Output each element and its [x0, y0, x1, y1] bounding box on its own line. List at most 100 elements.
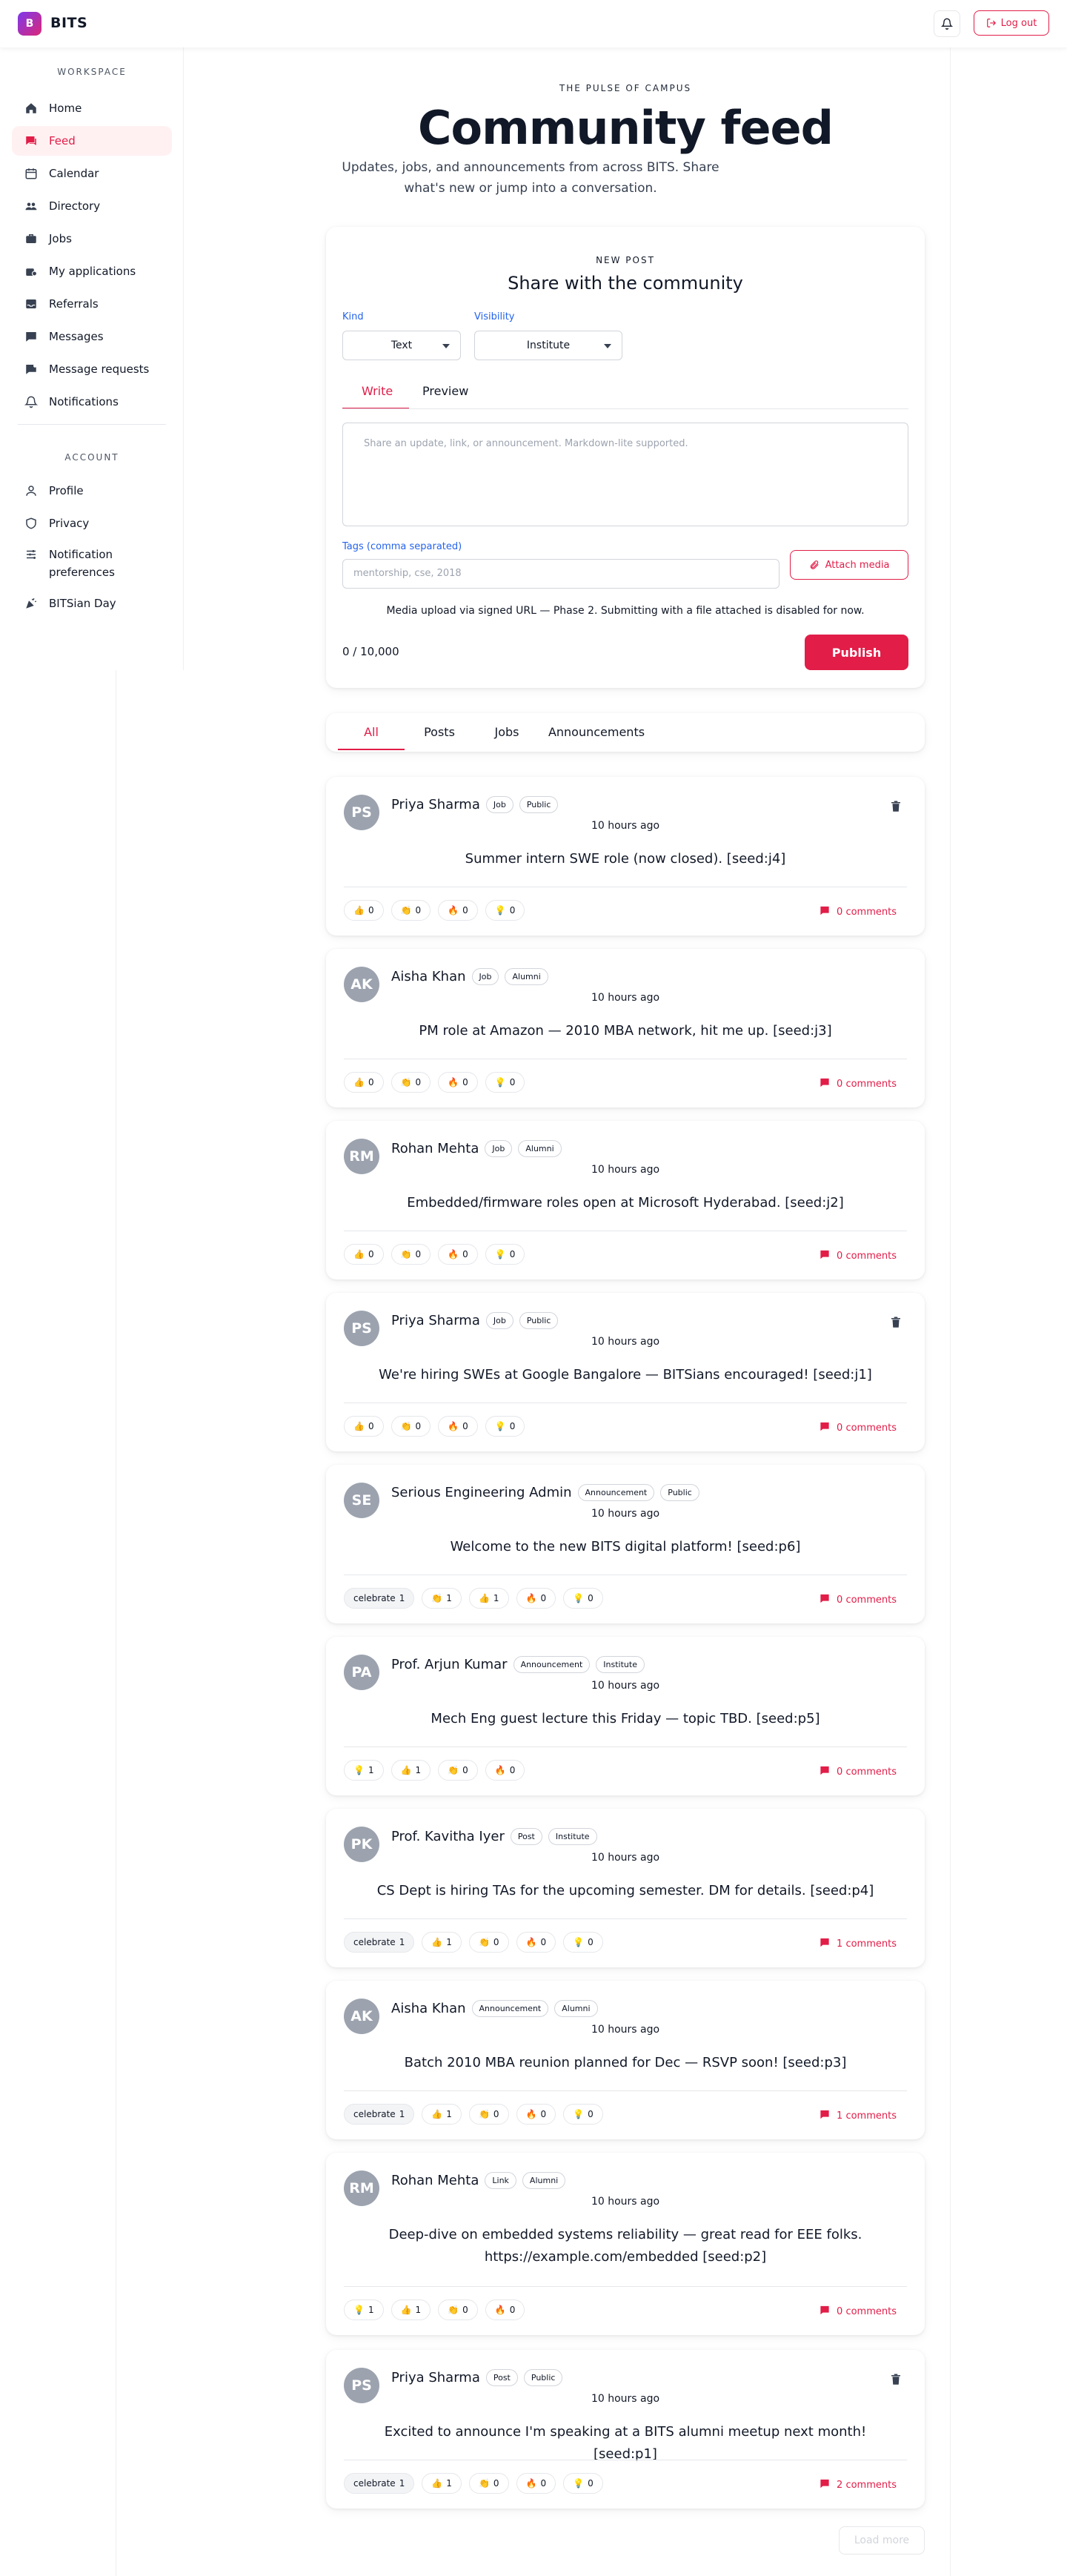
reaction-button[interactable]: 👏 1 — [422, 1588, 462, 1609]
reaction-button[interactable]: 🔥 0 — [485, 2299, 525, 2320]
reaction-button[interactable]: 💡 0 — [563, 2104, 603, 2125]
sidebar-item-bitsian-day[interactable]: BITSian Day — [12, 589, 172, 618]
sidebar-item-privacy[interactable]: Privacy — [12, 509, 172, 538]
reaction-button[interactable]: 👍 0 — [344, 1244, 384, 1265]
reaction-button[interactable]: celebrate 1 — [344, 1932, 415, 1953]
reaction-button[interactable]: 💡 1 — [344, 2299, 384, 2320]
author-name[interactable]: Aisha Khan — [391, 2001, 466, 2016]
tab-jobs[interactable]: Jobs — [477, 725, 536, 739]
reaction-button[interactable]: 🔥 0 — [516, 1588, 556, 1609]
comments-button[interactable]: 1 comments — [819, 2109, 897, 2123]
reaction-button[interactable]: 👏 0 — [468, 2473, 509, 2494]
reaction-button[interactable]: 💡 0 — [485, 1244, 525, 1265]
reaction-count: 0 — [588, 2478, 594, 2489]
app-logo[interactable]: B — [18, 12, 41, 36]
reaction-button[interactable]: 💡 0 — [485, 1416, 525, 1437]
reaction-button[interactable]: celebrate 1 — [344, 2104, 415, 2125]
reaction-button[interactable]: 🔥 0 — [438, 1244, 478, 1265]
comments-button[interactable]: 0 comments — [819, 1593, 897, 1607]
reaction-button[interactable]: 👏 0 — [390, 900, 431, 921]
reaction-button[interactable]: 💡 0 — [485, 1072, 525, 1093]
visibility-select[interactable]: Institute — [474, 331, 622, 360]
sidebar-item-calendar[interactable]: Calendar — [12, 159, 172, 188]
tags-input[interactable]: mentorship, cse, 2018 — [342, 559, 780, 589]
comments-button[interactable]: 1 comments — [819, 1937, 897, 1951]
trash-icon[interactable] — [889, 799, 904, 815]
author-name[interactable]: Priya Sharma — [391, 1313, 480, 1328]
sidebar-item-profile[interactable]: Profile — [12, 476, 172, 506]
reaction-button[interactable]: 👏 0 — [468, 2104, 509, 2125]
reaction-button[interactable]: 💡 0 — [563, 2473, 603, 2494]
sidebar-item-my-applications[interactable]: My applications — [12, 256, 172, 286]
reaction-button[interactable]: 👍 1 — [422, 2473, 462, 2494]
author-name[interactable]: Rohan Mehta — [391, 1141, 479, 1156]
tab-posts[interactable]: Posts — [406, 725, 473, 739]
sidebar-item-directory[interactable]: Directory — [12, 191, 172, 221]
reaction-button[interactable]: celebrate 1 — [344, 2473, 415, 2494]
kind-select[interactable]: Text — [342, 331, 461, 360]
reaction-button[interactable]: 🔥 0 — [438, 1416, 478, 1437]
load-more-button[interactable]: Load more — [839, 2526, 925, 2555]
reaction-button[interactable]: 👍 0 — [344, 1072, 384, 1093]
reaction-button[interactable]: 🔥 0 — [516, 1932, 556, 1953]
sidebar-item-message-requests[interactable]: Message requests — [12, 354, 172, 384]
reaction-button[interactable]: 👍 1 — [422, 2104, 462, 2125]
author-name[interactable]: Priya Sharma — [391, 797, 480, 812]
comments-button[interactable]: 0 comments — [819, 1249, 897, 1263]
sidebar-item-feed[interactable]: Feed — [12, 126, 172, 156]
comments-button[interactable]: 0 comments — [819, 1765, 897, 1779]
comments-button[interactable]: 0 comments — [819, 905, 897, 919]
notifications-button[interactable] — [934, 10, 960, 37]
reaction-button[interactable]: 💡 1 — [344, 1760, 384, 1781]
reaction-button[interactable]: 👍 1 — [390, 2299, 431, 2320]
reaction-button[interactable]: 🔥 0 — [485, 1760, 525, 1781]
reaction-button[interactable]: 👏 0 — [390, 1072, 431, 1093]
author-name[interactable]: Rohan Mehta — [391, 2173, 479, 2188]
publish-button[interactable]: Publish — [805, 635, 908, 670]
comments-button[interactable]: 2 comments — [819, 2478, 897, 2492]
reaction-button[interactable]: 🔥 0 — [438, 900, 478, 921]
trash-icon[interactable] — [889, 1315, 904, 1331]
author-name[interactable]: Prof. Arjun Kumar — [391, 1657, 508, 1672]
reaction-button[interactable]: 👍 0 — [344, 1416, 384, 1437]
reaction-button[interactable]: 👍 1 — [390, 1760, 431, 1781]
reaction-button[interactable]: 🔥 0 — [438, 1072, 478, 1093]
reaction-button[interactable]: celebrate 1 — [344, 1588, 415, 1609]
author-name[interactable]: Aisha Khan — [391, 969, 466, 984]
sidebar-item-home[interactable]: Home — [12, 93, 172, 123]
reaction-button[interactable]: 👍 1 — [422, 1932, 462, 1953]
trash-icon[interactable] — [889, 2372, 904, 2388]
reaction-button[interactable]: 👍 0 — [344, 900, 384, 921]
app-name[interactable]: BITS — [50, 15, 87, 31]
author-name[interactable]: Prof. Kavitha Iyer — [391, 1829, 505, 1844]
sidebar-item-notifications[interactable]: Notifications — [12, 387, 172, 417]
comments-button[interactable]: 0 comments — [819, 1077, 897, 1091]
reaction-button[interactable]: 👏 0 — [390, 1416, 431, 1437]
sidebar-item-jobs[interactable]: Jobs — [12, 224, 172, 254]
comments-button[interactable]: 0 comments — [819, 1421, 897, 1435]
sidebar-item-referrals[interactable]: Referrals — [12, 289, 172, 319]
tab-announcements[interactable]: Announcements — [541, 725, 652, 739]
tab-all[interactable]: All — [338, 725, 405, 739]
reaction-button[interactable]: 🔥 0 — [516, 2104, 556, 2125]
reaction-button[interactable]: 🔥 0 — [516, 2473, 556, 2494]
reaction-button[interactable]: 💡 0 — [563, 1588, 603, 1609]
sidebar-item-notification-preferences[interactable]: Notification preferences — [12, 541, 172, 580]
post-body-input[interactable]: Share an update, link, or announcement. … — [342, 423, 908, 526]
author-name[interactable]: Priya Sharma — [391, 2370, 480, 2385]
attach-media-button[interactable]: Attach media — [790, 550, 908, 580]
reaction-count: 0 — [415, 905, 422, 915]
author-name[interactable]: Serious Engineering Admin — [391, 1485, 572, 1500]
reaction-button[interactable]: 👏 0 — [438, 1760, 478, 1781]
tab-write[interactable]: Write — [362, 384, 393, 398]
sidebar-item-messages[interactable]: Messages — [12, 322, 172, 351]
reaction-button[interactable]: 💡 0 — [485, 900, 525, 921]
reaction-button[interactable]: 👏 0 — [390, 1244, 431, 1265]
reaction-button[interactable]: 👏 0 — [438, 2299, 478, 2320]
reaction-button[interactable]: 👏 0 — [468, 1932, 509, 1953]
reaction-button[interactable]: 👍 1 — [468, 1588, 509, 1609]
comments-button[interactable]: 0 comments — [819, 2305, 897, 2319]
logout-button[interactable]: Log out — [974, 10, 1049, 36]
reaction-button[interactable]: 💡 0 — [563, 1932, 603, 1953]
tab-preview[interactable]: Preview — [422, 384, 468, 398]
